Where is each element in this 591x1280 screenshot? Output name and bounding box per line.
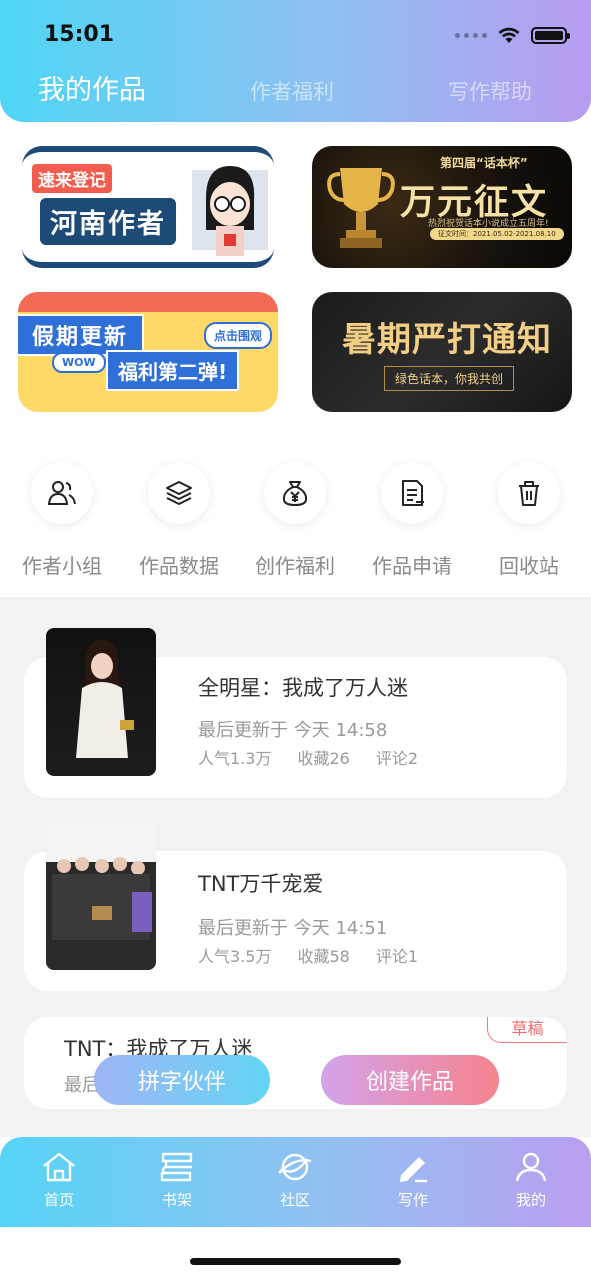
work-comments: 评论2 xyxy=(375,749,419,768)
banner-contest-edition: 第四届“话本杯” xyxy=(440,156,528,170)
header-tabs: 我的作品 作者福利 写作帮助 xyxy=(0,64,591,112)
banner-summer-notice[interactable]: 暑期严打通知 绿色话本，你我共创 xyxy=(312,292,572,412)
document-icon xyxy=(402,480,424,506)
work-cover[interactable] xyxy=(46,822,156,970)
banner-henan-title: 河南作者 xyxy=(40,198,176,245)
quick-action-label: 作者小组 xyxy=(22,554,102,578)
quick-actions: 作者小组 作品数据 创作福利 作品申请 回收站 xyxy=(0,462,591,582)
planet-icon xyxy=(278,1153,312,1181)
quick-action-creation-benefits[interactable]: 创作福利 xyxy=(245,462,345,579)
banner-holiday-wow: WOW xyxy=(52,352,106,373)
nav-label: 书架 xyxy=(161,1191,192,1209)
banner-holiday-topbar xyxy=(18,292,278,312)
quick-action-label: 作品数据 xyxy=(139,554,219,578)
word-partner-button[interactable]: 拼字伙伴 xyxy=(94,1055,270,1105)
work-cover[interactable] xyxy=(46,628,156,776)
nav-item-bookshelf[interactable]: 书架 xyxy=(137,1151,217,1210)
status-time: 15:01 xyxy=(44,22,115,47)
trophy-icon xyxy=(327,168,395,248)
work-popularity: 人气3.5万 xyxy=(198,947,272,966)
banner-essay-contest[interactable]: 第四届“话本杯” 万元征文 热烈祝贺话本小说成立五周年! 征文时间：2021.0… xyxy=(312,146,572,268)
nav-item-write[interactable]: 写作 xyxy=(373,1151,453,1210)
home-icon xyxy=(43,1152,75,1182)
work-favorites: 收藏58 xyxy=(297,947,350,966)
work-favorites: 收藏26 xyxy=(297,749,350,768)
user-icon xyxy=(515,1152,547,1182)
wifi-icon xyxy=(498,27,520,43)
work-updated-time: 最后更新于 今天 14:51 xyxy=(198,918,388,939)
illustration-girl-icon xyxy=(192,166,268,256)
banner-henan-authors[interactable]: 速来登记 河南作者 xyxy=(22,146,274,268)
nav-label: 写作 xyxy=(397,1191,428,1209)
create-work-button[interactable]: 创建作品 xyxy=(321,1055,499,1105)
status-icons xyxy=(455,26,570,44)
banner-holiday-subtitle: 福利第二弹! xyxy=(106,350,240,391)
quick-action-recycle-bin[interactable]: 回收站 xyxy=(479,462,579,579)
quick-action-label: 创作福利 xyxy=(255,554,335,578)
nav-label: 我的 xyxy=(515,1191,546,1209)
layers-icon xyxy=(166,481,192,505)
home-indicator xyxy=(190,1258,401,1265)
tab-author-benefits[interactable]: 作者福利 xyxy=(250,76,334,106)
users-icon xyxy=(47,481,76,505)
quick-action-work-application[interactable]: 作品申请 xyxy=(362,462,462,579)
battery-icon xyxy=(531,26,570,44)
tab-writing-help[interactable]: 写作帮助 xyxy=(448,76,532,106)
work-stats: 人气1.3万 收藏26 评论2 xyxy=(198,745,418,769)
quick-action-author-group[interactable]: 作者小组 xyxy=(12,462,112,579)
nav-item-home[interactable]: 首页 xyxy=(19,1151,99,1210)
nav-item-profile[interactable]: 我的 xyxy=(491,1151,571,1210)
banner-summer-title: 暑期严打通知 xyxy=(342,320,552,360)
draft-badge: 草稿 xyxy=(487,1017,567,1043)
nav-label: 社区 xyxy=(279,1191,310,1209)
work-stats: 人气3.5万 收藏58 评论1 xyxy=(198,943,418,967)
quick-action-label: 回收站 xyxy=(499,554,559,578)
banner-contest-date: 征文时间：2021.05.02-2021.08.10 xyxy=(430,228,564,240)
nav-item-community[interactable]: 社区 xyxy=(255,1151,335,1210)
banner-summer-subtitle: 绿色话本，你我共创 xyxy=(384,366,515,391)
work-comments: 评论1 xyxy=(375,947,419,966)
header: 15:01 我的作品 作者福利 写作帮助 xyxy=(0,0,591,122)
nav-label: 首页 xyxy=(43,1191,74,1209)
money-bag-icon xyxy=(282,481,308,506)
work-title[interactable]: TNT万千宠爱 xyxy=(198,868,323,898)
work-updated-time: 最后更新于 今天 14:58 xyxy=(198,720,388,741)
cover-portrait-icon xyxy=(76,639,134,758)
bookshelf-icon xyxy=(160,1152,193,1182)
banner-holiday-bubble: 点击围观 xyxy=(203,322,272,349)
tab-my-works[interactable]: 我的作品 xyxy=(38,68,146,107)
work-title[interactable]: 全明星：我成了万人迷 xyxy=(198,672,408,702)
quick-action-work-data[interactable]: 作品数据 xyxy=(129,462,229,579)
banner-holiday-update[interactable]: 假期更新 点击围观 WOW 福利第二弹! xyxy=(18,292,278,412)
quick-action-label: 作品申请 xyxy=(372,554,452,578)
banner-henan-tag: 速来登记 xyxy=(32,164,112,193)
work-popularity: 人气1.3万 xyxy=(198,749,272,768)
cover-group-photo-icon xyxy=(46,822,156,970)
signal-icon xyxy=(455,32,487,38)
pen-icon xyxy=(400,1157,427,1183)
bottom-nav: 首页 书架 社区 写作 我的 xyxy=(0,1137,591,1227)
trash-icon xyxy=(519,481,539,506)
